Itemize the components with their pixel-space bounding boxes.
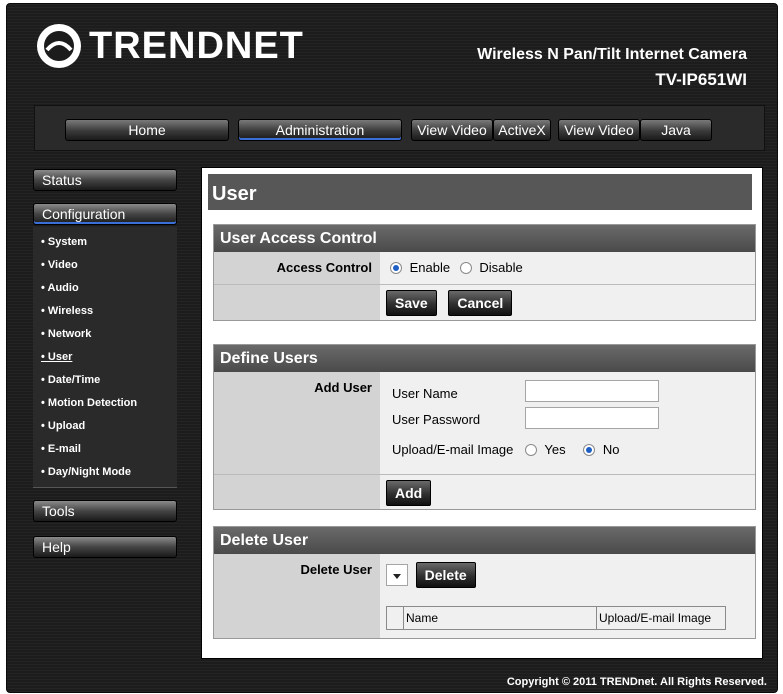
define-users-section: Define Users Add User User Name User Pas…: [213, 344, 756, 510]
user-name-input[interactable]: [525, 380, 659, 402]
main-content: User User Access Control Access Control …: [201, 167, 763, 659]
sidebar-item-date-time[interactable]: • Date/Time: [33, 369, 177, 392]
delete-user-select[interactable]: [386, 564, 408, 586]
users-table: Name Upload/E-mail Image: [386, 606, 726, 630]
delete-button[interactable]: Delete: [415, 562, 476, 588]
uac-buttons-label-cell: [214, 285, 380, 320]
sidebar-status-button[interactable]: Status: [33, 169, 177, 191]
nav-view-video-activex-left[interactable]: View Video: [411, 119, 493, 141]
upload-email-image-label: Upload/E-mail Image: [392, 442, 514, 457]
product-info: Wireless N Pan/Tilt Internet Camera TV-I…: [477, 46, 747, 90]
sidebar-tools-button[interactable]: Tools: [33, 500, 177, 522]
delete-user-section: Delete User Delete User Delete Name Uplo…: [213, 526, 756, 639]
disable-label: Disable: [479, 260, 523, 275]
nav-view-video-activex-right[interactable]: ActiveX: [493, 119, 551, 141]
delete-user-heading: Delete User: [214, 527, 755, 554]
app-frame: TRENDNET Wireless N Pan/Tilt Internet Ca…: [6, 3, 778, 693]
sidebar-item-wireless[interactable]: • Wireless: [33, 300, 177, 323]
delete-user-label: Delete User: [214, 554, 380, 638]
users-table-header: Name Upload/E-mail Image: [386, 606, 726, 630]
nav-view-video-java-right[interactable]: Java: [640, 119, 712, 141]
sidebar-configuration-button[interactable]: Configuration: [33, 203, 177, 225]
upload-yes-radio[interactable]: [525, 444, 538, 456]
cancel-button[interactable]: Cancel: [448, 290, 513, 316]
user-access-control-section: User Access Control Access Control Enabl…: [213, 224, 756, 321]
upload-no-label: No: [602, 442, 620, 457]
user-name-label: User Name: [392, 386, 458, 401]
product-line: Wireless N Pan/Tilt Internet Camera: [477, 46, 747, 63]
sidebar: Status Configuration • System • Video • …: [33, 169, 181, 558]
user-password-input[interactable]: [525, 407, 659, 429]
logo-text: TRENDNET: [89, 24, 304, 67]
enable-radio[interactable]: [390, 262, 402, 274]
access-control-label: Access Control: [214, 252, 380, 284]
configuration-submenu: • System • Video • Audio • Wireless • Ne…: [33, 227, 177, 488]
users-table-upload-header: Upload/E-mail Image: [596, 606, 726, 630]
product-model: TV-IP651WI: [655, 70, 747, 89]
add-user-label: Add User: [214, 372, 380, 474]
nav-administration-button[interactable]: Administration: [238, 119, 402, 141]
sidebar-item-day-night-mode[interactable]: • Day/Night Mode: [33, 461, 177, 484]
chevron-down-icon: [393, 574, 401, 579]
user-access-control-heading: User Access Control: [214, 225, 755, 252]
nav-view-video-java-left[interactable]: View Video: [558, 119, 640, 141]
sidebar-item-email[interactable]: • E-mail: [33, 438, 177, 461]
nav-home-button[interactable]: Home: [65, 119, 229, 141]
sidebar-item-user[interactable]: • User: [33, 346, 177, 369]
upload-no-radio[interactable]: [583, 444, 596, 456]
sidebar-item-video[interactable]: • Video: [33, 254, 177, 277]
sidebar-help-button[interactable]: Help: [33, 536, 177, 558]
users-table-name-header: Name: [403, 606, 597, 630]
upload-email-image-row: Upload/E-mail Image Yes No: [392, 442, 620, 457]
user-password-label: User Password: [392, 412, 481, 427]
save-button[interactable]: Save: [386, 290, 437, 316]
add-button-label-cell: [214, 475, 380, 509]
upload-yes-label: Yes: [544, 442, 566, 457]
copyright-footer: Copyright © 2011 TRENDnet. All Rights Re…: [506, 676, 767, 688]
enable-label: Enable: [409, 260, 451, 275]
logo-mark-icon: [37, 24, 81, 68]
sidebar-item-upload[interactable]: • Upload: [33, 415, 177, 438]
trendnet-logo: TRENDNET: [37, 24, 304, 68]
sidebar-item-system[interactable]: • System: [33, 231, 177, 254]
sidebar-item-network[interactable]: • Network: [33, 323, 177, 346]
page-title: User: [208, 174, 752, 210]
top-nav: Home Administration View Video ActiveX V…: [34, 105, 765, 151]
add-user-button[interactable]: Add: [386, 480, 432, 506]
disable-radio[interactable]: [459, 262, 472, 274]
define-users-heading: Define Users: [214, 345, 755, 372]
sidebar-item-audio[interactable]: • Audio: [33, 277, 177, 300]
users-table-select-col: [386, 606, 404, 630]
sidebar-item-motion-detection[interactable]: • Motion Detection: [33, 392, 177, 415]
